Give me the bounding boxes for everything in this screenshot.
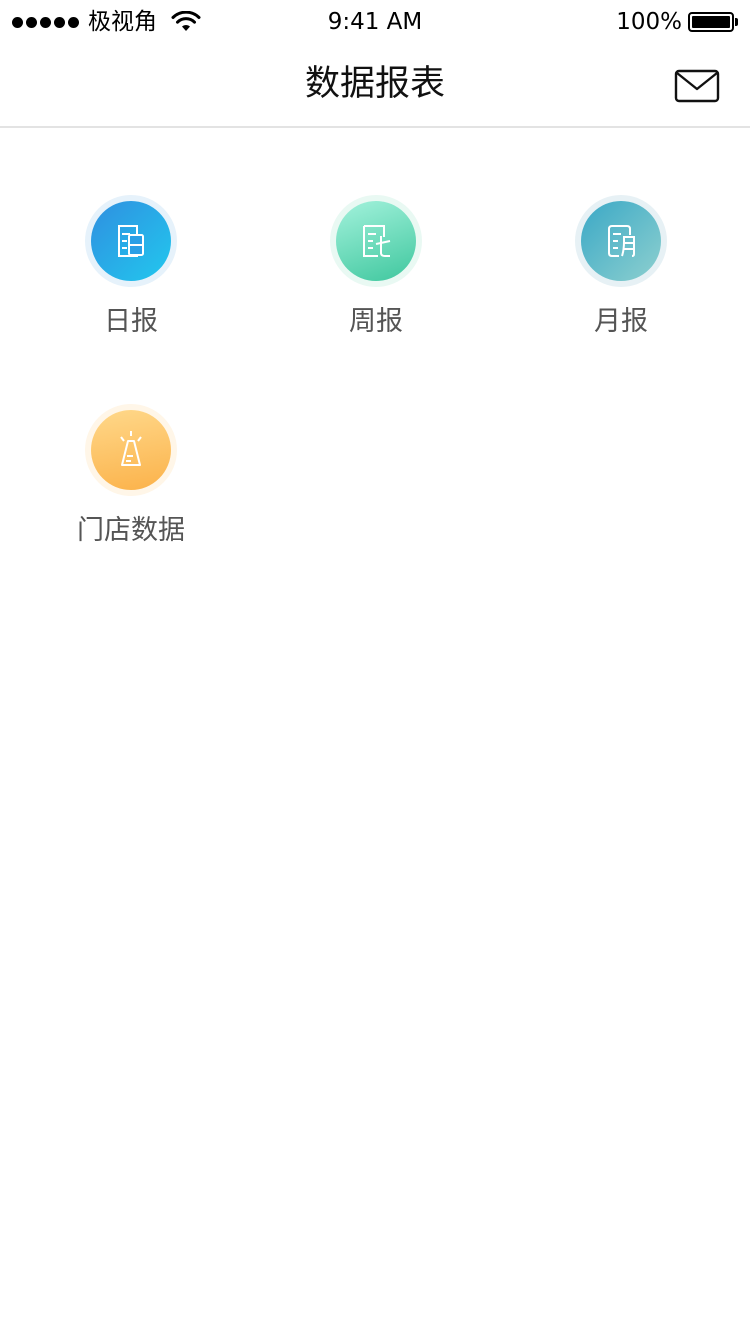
- icon-halo: [575, 195, 667, 287]
- status-bar: 极视角 9:41 AM 100%: [0, 0, 750, 40]
- battery-icon: [688, 12, 734, 32]
- icon-halo: [85, 195, 177, 287]
- page-title: 数据报表: [304, 64, 445, 104]
- weekly-report-icon: [336, 201, 416, 281]
- battery-cap: [735, 18, 738, 26]
- store-data-item[interactable]: 门店数据: [31, 404, 231, 594]
- nav-bar: 数据报表: [0, 40, 750, 128]
- weekly-report-label: 周报: [349, 306, 403, 337]
- store-data-icon: [91, 410, 171, 490]
- status-right: 100%: [616, 8, 738, 36]
- monthly-report-item[interactable]: 月报: [521, 195, 721, 385]
- daily-report-icon: [91, 201, 171, 281]
- weekly-report-item[interactable]: 周报: [276, 195, 476, 385]
- battery-percent: 100%: [616, 9, 682, 35]
- monthly-report-label: 月报: [594, 306, 648, 337]
- store-data-label: 门店数据: [77, 515, 185, 546]
- monthly-report-icon: [581, 201, 661, 281]
- daily-report-label: 日报: [104, 306, 158, 337]
- icon-halo: [330, 195, 422, 287]
- daily-report-item[interactable]: 日报: [31, 195, 231, 385]
- mail-icon: [674, 69, 720, 103]
- icon-halo: [85, 404, 177, 496]
- mail-button[interactable]: [674, 68, 720, 104]
